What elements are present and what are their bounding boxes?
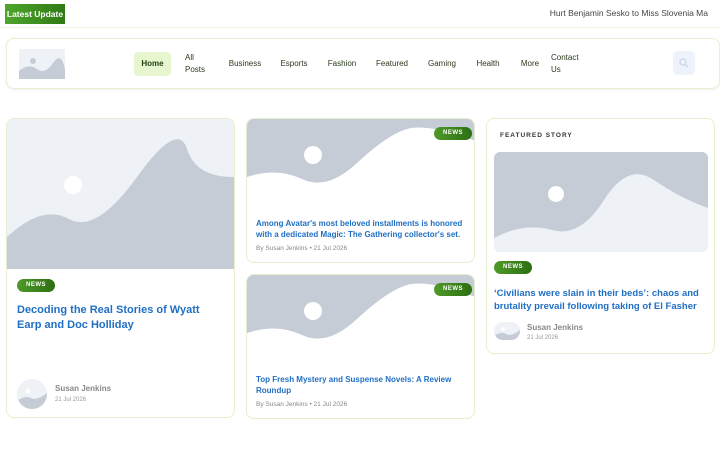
nav-health[interactable]: Health xyxy=(472,52,504,76)
featured-story-author[interactable]: Susan Jenkins xyxy=(527,323,583,332)
nav-fashion[interactable]: Fashion xyxy=(324,52,360,76)
mid-post-1-badge[interactable]: NEWS xyxy=(434,127,472,140)
nav-contact-us[interactable]: Contact Us xyxy=(551,52,583,76)
search-button[interactable] xyxy=(673,51,695,75)
nav-gaming[interactable]: Gaming xyxy=(424,52,460,76)
latest-update-label: Latest Update xyxy=(5,4,65,24)
mid-post-1-meta: By Susan Jenkins • 21 Jul 2026 xyxy=(256,245,348,252)
mid-post-1-title[interactable]: Among Avatar's most beloved installments… xyxy=(256,218,468,240)
ticker-headline[interactable]: Hurt Benjamin Sesko to Miss Slovenia Ma xyxy=(550,8,708,18)
nav-all-posts[interactable]: All Posts xyxy=(185,52,213,76)
mid-post-card-1[interactable]: NEWS Among Avatar's most beloved install… xyxy=(246,118,475,263)
featured-story-badge[interactable]: NEWS xyxy=(494,261,532,274)
main-post-image[interactable] xyxy=(7,119,234,269)
main-post-card[interactable]: NEWS Decoding the Real Stories of Wyatt … xyxy=(6,118,235,418)
site-logo[interactable] xyxy=(19,49,65,79)
nav-more[interactable]: More xyxy=(516,52,544,76)
mid-post-2-badge[interactable]: NEWS xyxy=(434,283,472,296)
mid-post-card-2[interactable]: NEWS Top Fresh Mystery and Suspense Nove… xyxy=(246,274,475,419)
nav-home[interactable]: Home xyxy=(134,52,171,76)
main-post-title[interactable]: Decoding the Real Stories of Wyatt Earp … xyxy=(17,303,227,333)
featured-story-heading: FEATURED STORY xyxy=(500,132,573,139)
mid-post-2-meta: By Susan Jenkins • 21 Jul 2026 xyxy=(256,401,348,408)
image-placeholder-icon xyxy=(494,152,708,252)
featured-story-title[interactable]: ‘Civilians were slain in their beds’: ch… xyxy=(494,287,710,313)
nav-business[interactable]: Business xyxy=(225,52,265,76)
nav-esports[interactable]: Esports xyxy=(276,52,312,76)
featured-story-date: 21 Jul 2026 xyxy=(527,335,559,341)
author-avatar[interactable] xyxy=(17,379,47,409)
featured-story-card: FEATURED STORY NEWS ‘Civilians were slai… xyxy=(486,118,715,354)
logo-placeholder-icon xyxy=(19,49,65,79)
nav-featured[interactable]: Featured xyxy=(373,52,411,76)
main-post-author[interactable]: Susan Jenkins xyxy=(55,384,111,393)
image-placeholder-icon xyxy=(7,119,234,269)
latest-update-ticker: Latest Update Hurt Benjamin Sesko to Mis… xyxy=(0,0,720,28)
featured-author-avatar[interactable] xyxy=(494,322,520,340)
search-icon xyxy=(679,58,689,68)
site-header: Home All Posts Business Esports Fashion … xyxy=(6,38,720,89)
avatar-placeholder-icon xyxy=(494,322,520,340)
main-post-date: 21 Jul 2026 xyxy=(55,397,87,403)
featured-story-image[interactable] xyxy=(494,152,708,252)
avatar-placeholder-icon xyxy=(17,379,47,409)
main-post-badge[interactable]: NEWS xyxy=(17,279,55,292)
mid-post-2-title[interactable]: Top Fresh Mystery and Suspense Novels: A… xyxy=(256,374,468,396)
